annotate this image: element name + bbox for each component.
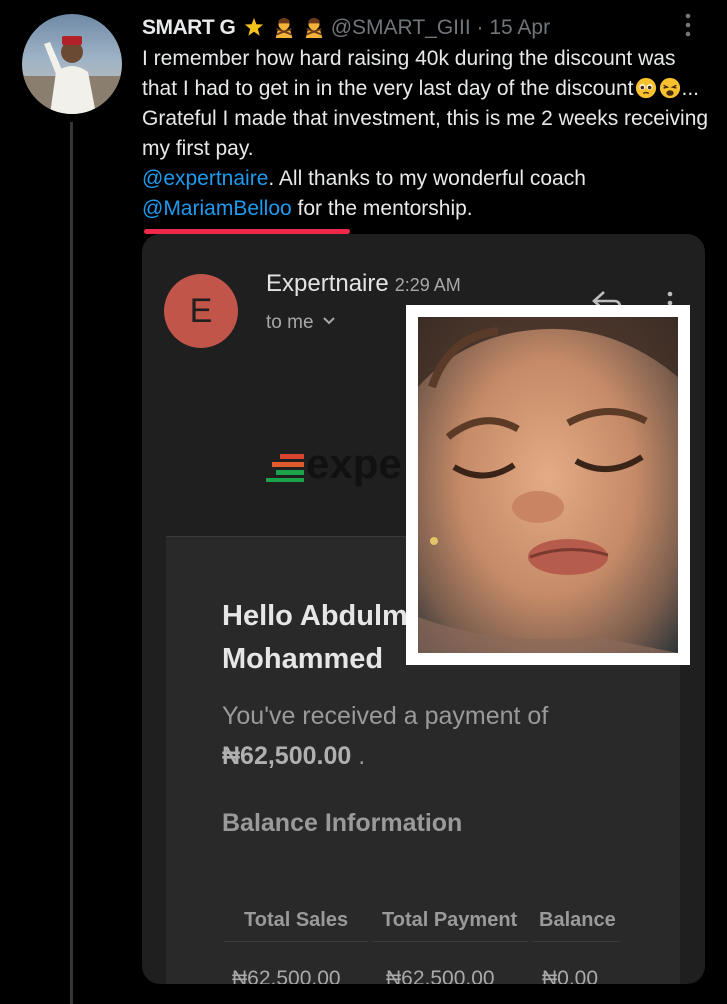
mention-link-expertnaire[interactable]: @expertnaire — [142, 167, 268, 190]
table-divider — [532, 941, 620, 942]
star-emoji — [245, 17, 264, 36]
sender-line: Expertnaire 2:29 AM — [266, 270, 461, 298]
person-gesturing-emoji — [275, 17, 293, 38]
reaction-photo-overlay — [406, 305, 690, 665]
recipient-text: to me — [266, 312, 314, 333]
table-cell-total-payment: ₦62,500.00 — [386, 967, 495, 984]
table-cell-balance: ₦0.00 — [542, 967, 599, 984]
tweet-date[interactable]: 15 Apr — [489, 16, 550, 39]
table-header-total-sales: Total Sales — [244, 909, 349, 931]
person-gesturing-emoji — [305, 17, 323, 38]
payment-amount-suffix: . — [358, 742, 366, 770]
logo-text: expe — [306, 440, 402, 487]
table-header-balance: Balance — [539, 909, 616, 931]
separator-dot: · — [476, 16, 484, 39]
payment-amount-value: ₦62,500.00 — [222, 742, 352, 770]
payment-amount: ₦62,500.00 . — [222, 742, 365, 771]
logo-bars-icon — [266, 454, 304, 482]
sender-name: Expertnaire — [266, 270, 389, 297]
balance-heading: Balance Information — [222, 809, 463, 837]
greeting-line1: Hello Abdulm — [222, 600, 408, 632]
more-icon[interactable] — [680, 12, 696, 38]
table-cell-total-sales: ₦62,500.00 — [232, 967, 341, 984]
author-handle[interactable]: @SMART_GIII — [331, 16, 471, 39]
weary-face-emoji — [660, 77, 681, 99]
tweet-text-part1: I remember how hard raising 40k during t… — [142, 47, 676, 100]
child-photo — [418, 317, 678, 653]
author-avatar[interactable] — [22, 14, 122, 114]
tweet-header: SMART G @SMART_GIII · 15 Apr — [142, 14, 550, 42]
payment-received-text: You've received a payment of — [222, 702, 549, 730]
mention-link-mariambelloo[interactable]: @MariamBelloo — [142, 197, 292, 220]
chevron-down-icon — [322, 317, 335, 325]
table-divider — [372, 941, 528, 942]
sender-avatar: E — [164, 274, 238, 348]
table-header-total-payment: Total Payment — [382, 909, 518, 931]
tweet-text: I remember how hard raising 40k during t… — [142, 44, 712, 224]
tweet-text-part4: for the mentorship. — [291, 197, 473, 220]
thread-line — [70, 122, 73, 1004]
sender-time: 2:29 AM — [394, 275, 461, 295]
table-divider — [224, 941, 368, 942]
tweet-text-part3: . All thanks to my wonderful coach — [268, 167, 586, 190]
recipient-line: to me — [266, 312, 336, 334]
author-name[interactable]: SMART G — [142, 16, 236, 39]
greeting-line2: Mohammed — [222, 643, 384, 675]
pleading-face-emoji — [636, 77, 657, 99]
